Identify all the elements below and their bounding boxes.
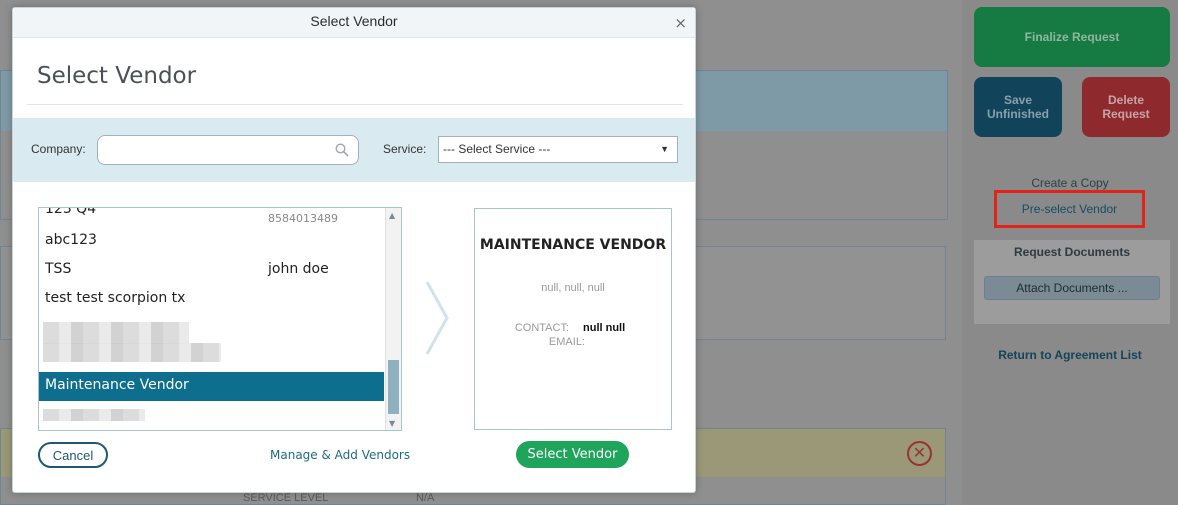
cancel-button[interactable]: Cancel	[38, 442, 108, 468]
vendor-list-item-redacted[interactable]	[39, 314, 384, 344]
request-documents-title: Request Documents	[1013, 245, 1131, 259]
service-selected-value: --- Select Service ---	[443, 142, 551, 156]
request-documents-section: Request Documents Attach Documents ...	[974, 240, 1170, 324]
vendor-list-item[interactable]: TSS john doe	[39, 256, 384, 285]
redacted-name	[43, 322, 189, 344]
dialog-title: Select Vendor	[310, 13, 398, 29]
contact-label: CONTACT:	[514, 322, 569, 334]
vendor-name: TSS	[45, 261, 72, 277]
chevron-right-icon	[425, 281, 449, 355]
email-label: EMAIL:	[548, 336, 585, 348]
create-copy-link[interactable]: Create a Copy	[962, 176, 1178, 190]
search-icon[interactable]	[335, 143, 349, 157]
service-level-value: N/A	[416, 492, 435, 504]
contact-value: null null	[583, 322, 626, 334]
company-label: Company:	[31, 142, 86, 156]
vendor-name: test test scorpion tx	[45, 290, 186, 306]
vendor-list-item[interactable]: 123 Q4 8584013489	[39, 207, 384, 225]
preselect-vendor-highlight: Pre-select Vendor	[994, 190, 1145, 228]
vendor-contact: 8584013489	[268, 212, 338, 225]
vendor-list: 123 Q4 8584013489 abc123 TSS john doe te…	[38, 207, 402, 431]
request-sidebar: Finalize Request Save Unfinished Delete …	[962, 0, 1178, 505]
finalize-request-button[interactable]: Finalize Request	[974, 7, 1170, 67]
divider	[27, 104, 683, 105]
vendor-detail-address: null, null, null	[541, 282, 605, 294]
scroll-thumb[interactable]	[388, 360, 399, 414]
vendor-detail-card: MAINTENANCE VENDOR null, null, null CONT…	[474, 208, 672, 430]
vendor-list-item-redacted[interactable]	[39, 401, 384, 430]
list-scrollbar[interactable]: ▲ ▼	[385, 208, 401, 430]
delete-request-button[interactable]: Delete Request	[1082, 77, 1170, 137]
redacted-name	[43, 343, 221, 362]
attach-documents-button[interactable]: Attach Documents ...	[984, 276, 1160, 300]
service-select[interactable]: --- Select Service --- ▼	[438, 136, 678, 163]
service-level-label: SERVICE LEVEL	[243, 492, 329, 504]
company-search-input[interactable]	[97, 135, 359, 165]
vendor-filter-bar: Company: Service: --- Select Service ---…	[13, 118, 695, 182]
dialog-titlebar: Select Vendor ×	[13, 8, 695, 38]
vendor-list-item[interactable]: test test scorpion tx	[39, 285, 384, 314]
vendor-list-item-selected[interactable]: Maintenance Vendor	[39, 372, 384, 401]
vendor-name: abc123	[45, 232, 97, 248]
save-unfinished-button[interactable]: Save Unfinished	[974, 77, 1062, 137]
manage-add-vendors-link[interactable]: Manage & Add Vendors	[270, 448, 410, 462]
select-vendor-dialog: Select Vendor × Select Vendor Company: S…	[12, 7, 696, 493]
return-to-agreement-list-link[interactable]: Return to Agreement List	[962, 348, 1178, 362]
dialog-heading: Select Vendor	[37, 63, 197, 89]
select-vendor-button[interactable]: Select Vendor	[516, 441, 629, 468]
close-icon[interactable]: ×	[674, 14, 687, 32]
remove-circle-icon: ✕	[907, 441, 932, 466]
vendor-list-item[interactable]: abc123	[39, 227, 384, 256]
scroll-up-icon[interactable]: ▲	[389, 211, 395, 220]
vendor-list-item-redacted[interactable]	[39, 343, 384, 372]
vendor-detail-name: MAINTENANCE VENDOR	[479, 237, 667, 253]
scroll-down-icon[interactable]: ▼	[389, 419, 395, 428]
vendor-name: Maintenance Vendor	[45, 377, 189, 393]
vendor-name: 123 Q4	[45, 207, 97, 217]
dropdown-arrow-icon: ▼	[660, 144, 669, 154]
preselect-vendor-link[interactable]: Pre-select Vendor	[1022, 202, 1117, 216]
vendor-contact: john doe	[268, 261, 329, 277]
service-label: Service:	[383, 142, 427, 156]
redacted-name	[43, 409, 145, 421]
